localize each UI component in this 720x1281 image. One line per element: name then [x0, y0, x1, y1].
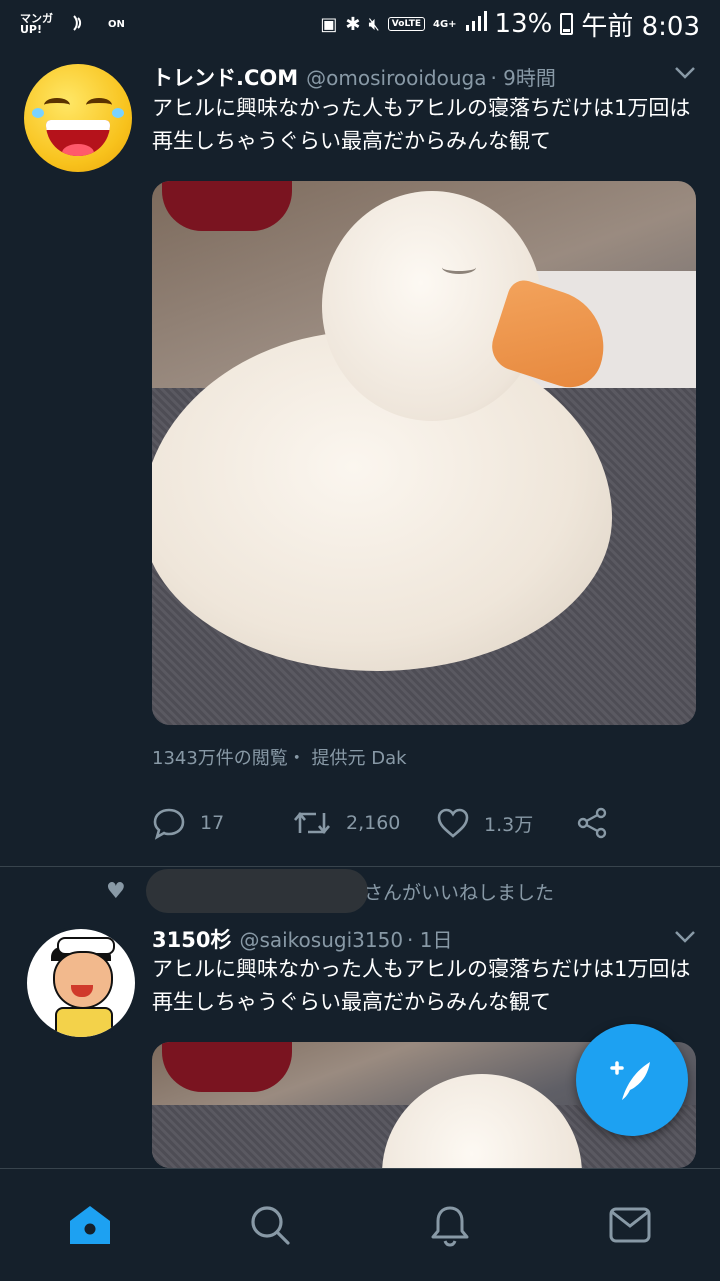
- reply-count: 17: [200, 812, 225, 834]
- status-bar: マンガUP! ON ▣ ✱ 🔇︎ VoLTE 4G+ 13% 午前 8:03: [0, 0, 720, 48]
- liked-by-text: さんがいいねしました: [364, 881, 555, 904]
- tweet-text: アヒルに興味なかった人もアヒルの寝落ちだけは1万回は再生しちゃうぐらい最高だから…: [152, 957, 691, 1014]
- compose-tweet-button[interactable]: [576, 1024, 688, 1136]
- home-icon: [70, 1206, 110, 1244]
- bell-icon: [431, 1206, 469, 1247]
- emoji-mouth: [46, 120, 110, 156]
- bluetooth-icon: ✱: [345, 13, 361, 35]
- mute-icon: 🔇︎: [368, 13, 380, 35]
- status-bar-left: マンガUP! ON: [20, 10, 125, 39]
- tweet-time[interactable]: · 1日: [407, 924, 452, 953]
- avatar-face: [53, 951, 113, 1009]
- mail-icon: [609, 1207, 651, 1243]
- tweet-video-thumbnail[interactable]: [152, 181, 696, 725]
- tweet-time[interactable]: · 9時間: [490, 62, 555, 91]
- social-context-liked: ♥ さんがいいねしました: [106, 868, 554, 914]
- nav-messages[interactable]: [590, 1185, 670, 1265]
- battery-percent: 13%: [494, 9, 553, 39]
- emoji-tear-left: [32, 108, 44, 118]
- duck-eye: [442, 261, 476, 274]
- author-name[interactable]: 3150杉: [152, 924, 231, 954]
- status-bar-right: ▣ ✱ 🔇︎ VoLTE 4G+ 13% 午前 8:03: [320, 6, 700, 43]
- tweet-actions: 17 2,160 1.3万: [152, 806, 622, 840]
- bottom-navigation: [0, 1168, 720, 1281]
- view-count: 1343万件の閲覧・ 提供元 Dak: [152, 748, 407, 769]
- redacted-username: [146, 869, 368, 913]
- emoji-eye-left: [44, 98, 70, 112]
- tweet-text: アヒルに興味なかった人もアヒルの寝落ちだけは1万回は再生しちゃうぐらい最高だから…: [152, 96, 691, 153]
- share-button[interactable]: [576, 807, 622, 839]
- nav-notifications[interactable]: [410, 1185, 490, 1265]
- signal-icon: [465, 9, 487, 39]
- clock: 午前 8:03: [581, 11, 700, 42]
- reply-icon: [153, 808, 185, 840]
- reply-button[interactable]: 17: [152, 806, 292, 840]
- nfc-label: ON: [108, 18, 125, 30]
- search-icon: [251, 1206, 290, 1245]
- like-count: 1.3万: [484, 813, 534, 836]
- background-red-cloth: [162, 1042, 292, 1092]
- tweet-header: トレンド.COM @omosirooidouga · 9時間: [152, 62, 696, 92]
- avatar-laughing-emoji[interactable]: [24, 64, 132, 172]
- emoji-tongue: [62, 144, 94, 156]
- emoji-eye-right: [86, 98, 112, 112]
- retweet-button[interactable]: 2,160: [292, 806, 436, 840]
- retweet-icon: [294, 811, 330, 835]
- nav-search[interactable]: [230, 1185, 310, 1265]
- avatar-body: [55, 1007, 113, 1037]
- duck-head: [382, 1074, 582, 1168]
- tweet-header: 3150杉 @saikosugi3150 · 1日: [152, 924, 696, 954]
- author-name[interactable]: トレンド.COM: [152, 62, 298, 92]
- background-red-cloth: [162, 181, 292, 231]
- volte-badge: VoLTE: [387, 17, 425, 31]
- battery-saver-icon: ▣: [320, 13, 338, 35]
- heart-icon: [437, 808, 469, 838]
- emoji-teeth: [46, 120, 110, 130]
- author-handle[interactable]: @saikosugi3150: [239, 928, 403, 952]
- nfc-icon: [68, 10, 94, 39]
- network-type: 4G+: [433, 18, 457, 30]
- manga-up-app-icon: マンガUP!: [20, 12, 53, 36]
- compose-feather-icon: [610, 1061, 650, 1100]
- chevron-down-icon[interactable]: [674, 64, 696, 85]
- chevron-down-icon[interactable]: [674, 928, 696, 949]
- emoji-tear-right: [112, 108, 124, 118]
- tweet[interactable]: トレンド.COM @omosirooidouga · 9時間 アヒルに興味なかっ…: [0, 48, 720, 867]
- avatar-cartoon-man[interactable]: [24, 926, 138, 1040]
- heart-filled-icon: ♥: [106, 878, 126, 904]
- author-handle[interactable]: @omosirooidouga: [306, 66, 486, 90]
- share-icon: [577, 807, 607, 839]
- battery-icon: [560, 13, 574, 35]
- like-button[interactable]: 1.3万: [436, 807, 576, 839]
- nav-home[interactable]: [50, 1185, 130, 1265]
- retweet-count: 2,160: [346, 812, 401, 834]
